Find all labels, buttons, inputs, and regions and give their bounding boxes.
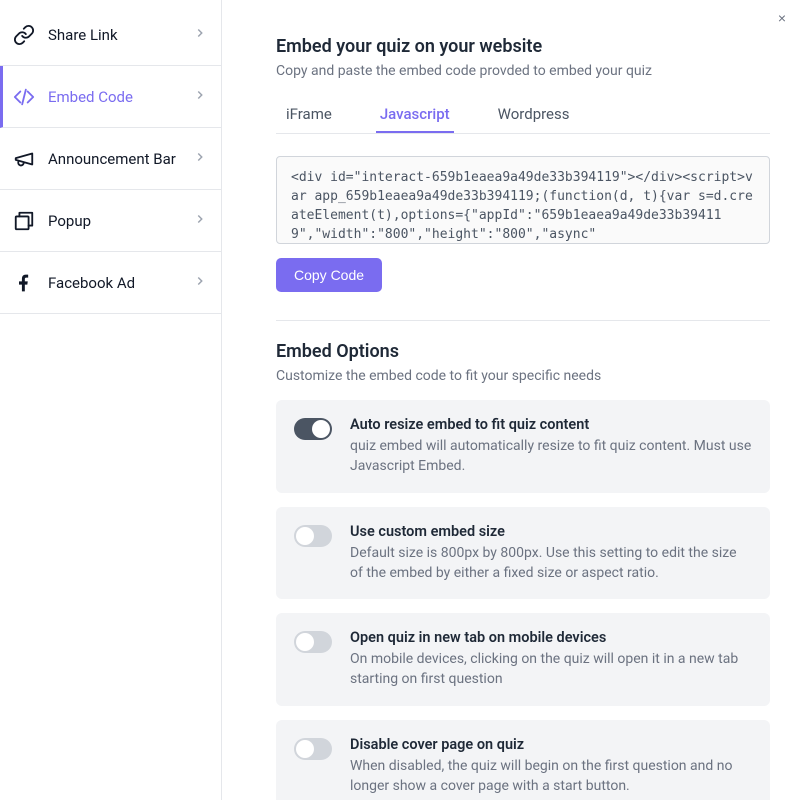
- embed-options-title: Embed Options: [276, 341, 770, 362]
- page-subtitle: Copy and paste the embed code provded to…: [276, 63, 770, 79]
- toggle-custom-size[interactable]: [294, 525, 332, 547]
- option-desc: quiz embed will automatically resize to …: [350, 436, 752, 477]
- chevron-right-icon: [193, 26, 207, 44]
- facebook-icon: [12, 271, 36, 295]
- option-desc: Default size is 800px by 800px. Use this…: [350, 543, 752, 584]
- sidebar: Share Link Embed Code Announcement Bar: [0, 0, 222, 800]
- copy-code-button[interactable]: Copy Code: [276, 258, 382, 292]
- popup-icon: [12, 209, 36, 233]
- sidebar-item-embed-code[interactable]: Embed Code: [0, 66, 221, 128]
- embed-options-subtitle: Customize the embed code to fit your spe…: [276, 368, 770, 384]
- option-desc: When disabled, the quiz will begin on th…: [350, 756, 752, 797]
- sidebar-item-label: Popup: [48, 212, 91, 230]
- sidebar-item-announcement-bar[interactable]: Announcement Bar: [0, 128, 221, 190]
- embed-code-box[interactable]: <div id="interact-659b1eaea9a49de33b3941…: [276, 156, 770, 244]
- option-desc: On mobile devices, clicking on the quiz …: [350, 649, 752, 690]
- option-disable-cover-page: Disable cover page on quiz When disabled…: [276, 720, 770, 800]
- toggle-disable-cover[interactable]: [294, 738, 332, 760]
- option-open-new-tab-mobile: Open quiz in new tab on mobile devices O…: [276, 613, 770, 706]
- toggle-new-tab-mobile[interactable]: [294, 631, 332, 653]
- sidebar-item-label: Embed Code: [48, 88, 133, 106]
- sidebar-item-facebook-ad[interactable]: Facebook Ad: [0, 252, 221, 314]
- option-title: Open quiz in new tab on mobile devices: [350, 629, 752, 646]
- tab-iframe[interactable]: iFrame: [282, 97, 336, 133]
- tab-javascript[interactable]: Javascript: [376, 97, 454, 133]
- sidebar-item-label: Announcement Bar: [48, 150, 176, 168]
- sidebar-item-popup[interactable]: Popup: [0, 190, 221, 252]
- toggle-auto-resize[interactable]: [294, 418, 332, 440]
- divider: [276, 320, 770, 321]
- option-auto-resize: Auto resize embed to fit quiz content qu…: [276, 400, 770, 493]
- chevron-right-icon: [193, 150, 207, 168]
- chevron-right-icon: [193, 88, 207, 106]
- sidebar-item-label: Share Link: [48, 26, 118, 44]
- tab-wordpress[interactable]: Wordpress: [494, 97, 574, 133]
- embed-tabs: iFrame Javascript Wordpress: [276, 97, 770, 134]
- option-title: Auto resize embed to fit quiz content: [350, 416, 752, 433]
- code-icon: [12, 85, 36, 109]
- chevron-right-icon: [193, 274, 207, 292]
- chevron-right-icon: [193, 212, 207, 230]
- sidebar-item-label: Facebook Ad: [48, 274, 135, 292]
- main-panel: Embed your quiz on your website Copy and…: [222, 0, 800, 800]
- sidebar-item-share-link[interactable]: Share Link: [0, 4, 221, 66]
- option-title: Use custom embed size: [350, 523, 752, 540]
- page-title: Embed your quiz on your website: [276, 36, 770, 57]
- option-title: Disable cover page on quiz: [350, 736, 752, 753]
- link-icon: [12, 23, 36, 47]
- option-custom-size: Use custom embed size Default size is 80…: [276, 507, 770, 600]
- megaphone-icon: [12, 147, 36, 171]
- close-button[interactable]: ×: [778, 10, 786, 26]
